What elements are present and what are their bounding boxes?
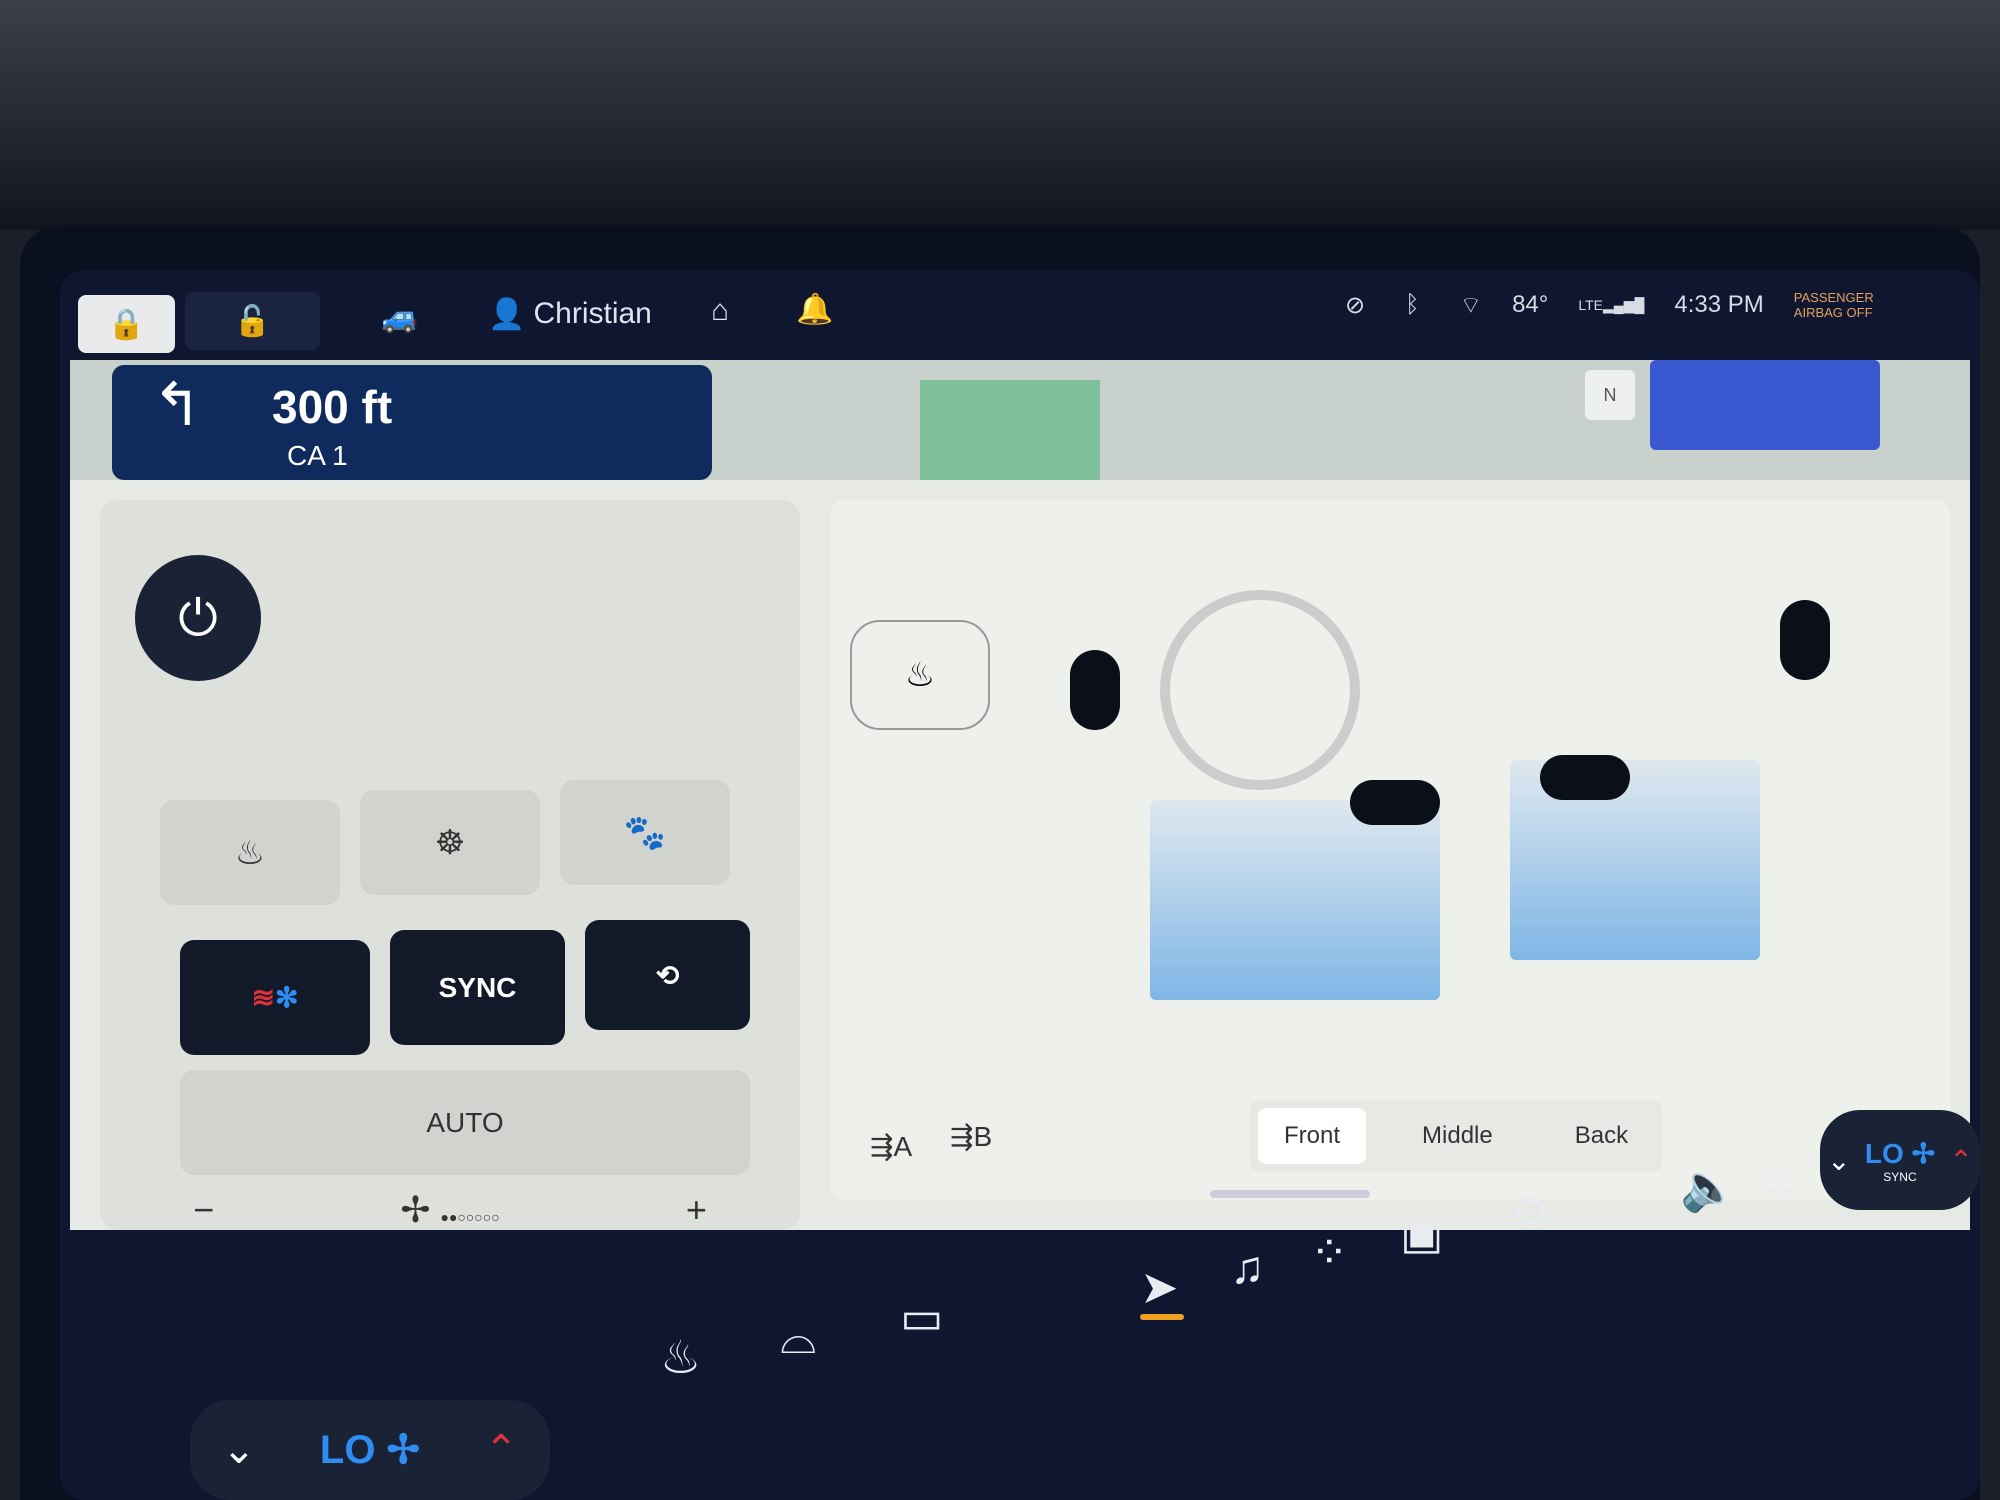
driver-temp: LO ✢ [319, 1428, 421, 1472]
unlock-button[interactable]: 🔓 [185, 292, 320, 350]
fan-speed-control[interactable]: − ✢ ●●○○○○○ + [100, 1189, 800, 1231]
recirculate-icon: ⟲ [655, 959, 680, 991]
footwell-airflow-driver [1150, 800, 1440, 1000]
vent-b-button[interactable]: ⇶B [950, 1120, 992, 1153]
garage-icon: ⌂ [710, 294, 730, 327]
fan-increase-button[interactable]: + [686, 1189, 707, 1231]
sync-button[interactable]: SYNC [390, 930, 565, 1045]
settings-icon: ⚙ [1510, 1186, 1552, 1238]
vent-center-right[interactable] [1540, 755, 1630, 800]
turn-instruction-card[interactable]: ↰ 300 ft CA 1 [112, 365, 712, 480]
pet-mode-button[interactable]: 🐾 [560, 780, 730, 885]
lte-signal-icon: LTE▂▄▆█ [1578, 296, 1645, 313]
speaker-icon: 🔈 [1680, 1161, 1738, 1213]
lock-closed-icon: 🔒 [107, 307, 146, 341]
passenger-temp-control[interactable]: ⌄ LO ✢ SYNC ⌃ [1820, 1110, 1980, 1210]
camera-icon: ▣ [1400, 1206, 1444, 1258]
temperature: 84° [1512, 291, 1549, 318]
vent-a-button[interactable]: ⇶A [870, 1130, 912, 1163]
bluetooth-icon: ᛒ [1405, 291, 1420, 318]
lock-button[interactable]: 🔒 [78, 295, 175, 353]
cabin-airflow-diagram[interactable]: ♨ Front Middle Back ⇶A ⇶B [830, 500, 1950, 1200]
garage-button[interactable]: ⌂ [690, 282, 750, 340]
heat-cool-button[interactable]: ≋✻ [180, 940, 370, 1055]
heated-mirror-button[interactable]: ♨ [160, 800, 340, 905]
home-handle[interactable] [1210, 1190, 1370, 1198]
climate-controls-panel: ⏻ ♨ ☸ 🐾 ≋✻ SYNC ⟲ AUTO − ✢ ●●○○○○○ + [100, 500, 800, 1230]
auto-button[interactable]: AUTO [180, 1070, 750, 1175]
passenger-seat-heat-button[interactable]: ♨ [1760, 1150, 1801, 1204]
turn-left-arrow-icon: ↰ [152, 371, 203, 438]
infotainment-screen: 🔒 🔓 🚙 👤 Christian ⌂ 🔔 ⊘ ᛒ ⌔ 84° LTE▂▄▆█ 4… [60, 270, 1980, 1500]
heated-seat-icon: ♨ [1760, 1151, 1802, 1203]
rear-defrost-button[interactable]: ▭ [900, 1290, 943, 1344]
dashboard-trim [0, 0, 2000, 230]
heated-steering-button[interactable]: ☸ [360, 790, 540, 895]
road-name: CA 1 [287, 440, 348, 471]
bell-icon: 🔔 [796, 292, 834, 326]
power-icon: ⏻ [178, 589, 218, 646]
volume-button[interactable]: 🔈 [1680, 1160, 1737, 1215]
map-park [920, 380, 1100, 490]
car-icon: 🚙 [381, 300, 419, 334]
vent-center-left[interactable] [1350, 780, 1440, 825]
heated-seat-button[interactable]: ♨ [660, 1330, 701, 1384]
tab-front[interactable]: Front [1258, 1108, 1367, 1164]
user-icon: 👤 [488, 297, 526, 331]
navigation-icon: ➤ [1140, 1261, 1179, 1313]
steering-wheel-illustration [1160, 590, 1360, 790]
zone-tabs: Front Middle Back [1250, 1100, 1663, 1172]
navigation-app-button[interactable]: ➤ [1140, 1260, 1184, 1320]
fan-icon: ✢ ●●○○○○○ [400, 1189, 500, 1230]
temp-down-button[interactable]: ⌄ [1827, 1144, 1850, 1177]
airbag-status: PASSENGER AIRBAG OFF [1793, 290, 1874, 320]
front-defrost-button[interactable]: ⌓ [780, 1310, 816, 1366]
heated-steering-icon: ☸ [434, 823, 466, 862]
media-artwork[interactable] [1650, 360, 1880, 450]
wifi-off-icon: ⌔ [1459, 292, 1483, 319]
heat-cool-icon: ≋✻ [251, 982, 299, 1013]
vehicle-button[interactable]: 🚙 [370, 288, 430, 346]
profile-name: Christian [533, 297, 652, 330]
profile-button[interactable]: 👤 Christian [480, 285, 660, 343]
notifications-button[interactable]: 🔔 [785, 280, 845, 338]
apps-icon: ⁘ [1310, 1226, 1349, 1278]
compass-button[interactable]: N [1585, 370, 1635, 420]
fan-decrease-button[interactable]: − [193, 1189, 214, 1231]
mirror-defrost-button[interactable]: ♨ [850, 620, 990, 730]
clock: 4:33 PM [1674, 291, 1764, 318]
active-app-indicator [1140, 1314, 1184, 1320]
rear-defrost-icon: ▭ [900, 1291, 944, 1343]
settings-button[interactable]: ⚙ [1510, 1185, 1551, 1239]
lock-open-icon: 🔓 [233, 304, 272, 338]
music-app-button[interactable]: ♫ [1230, 1240, 1265, 1294]
vent-right[interactable] [1780, 600, 1830, 680]
heated-mirror-icon: ♨ [234, 833, 266, 872]
temp-down-button[interactable]: ⌄ [222, 1427, 256, 1473]
climate-screen: ⏻ ♨ ☸ 🐾 ≋✻ SYNC ⟲ AUTO − ✢ ●●○○○○○ + ♨ F… [70, 480, 1970, 1230]
paw-icon: 🐾 [623, 813, 667, 852]
temp-up-button[interactable]: ⌃ [1949, 1144, 1972, 1177]
vent-left[interactable] [1070, 650, 1120, 730]
recirculate-button[interactable]: ⟲ [585, 920, 750, 1030]
camera-app-button[interactable]: ▣ [1400, 1205, 1443, 1259]
passenger-temp: LO ✢ SYNC [1864, 1137, 1936, 1184]
fan-level-indicator: ●●○○○○○ [440, 1209, 500, 1225]
tab-middle[interactable]: Middle [1396, 1108, 1519, 1164]
driver-temp-control[interactable]: ⌄ LO ✢ ⌃ [190, 1400, 550, 1500]
status-icons: ⊘ ᛒ ⌔ 84° LTE▂▄▆█ 4:33 PM PASSENGER AIRBA… [1345, 290, 1874, 320]
music-icon: ♫ [1230, 1241, 1265, 1293]
bottom-dock: ⌄ LO ✢ ⌃ ♨ ⌓ ▭ ➤ ♫ ⁘ ▣ ⚙ 🔈 ♨ ⌄ LO ✢ SYNC … [60, 1110, 1980, 1500]
tab-back[interactable]: Back [1549, 1108, 1654, 1164]
temp-up-button[interactable]: ⌃ [484, 1427, 518, 1473]
apps-button[interactable]: ⁘ [1310, 1225, 1349, 1279]
heated-mirror-icon: ♨ [904, 656, 936, 694]
climate-power-button[interactable]: ⏻ [135, 555, 261, 681]
turn-distance: 300 ft [272, 381, 393, 433]
connectivity-off-icon: ⊘ [1345, 291, 1366, 319]
heated-seat-icon: ♨ [660, 1331, 702, 1383]
front-defrost-icon: ⌓ [780, 1311, 817, 1363]
